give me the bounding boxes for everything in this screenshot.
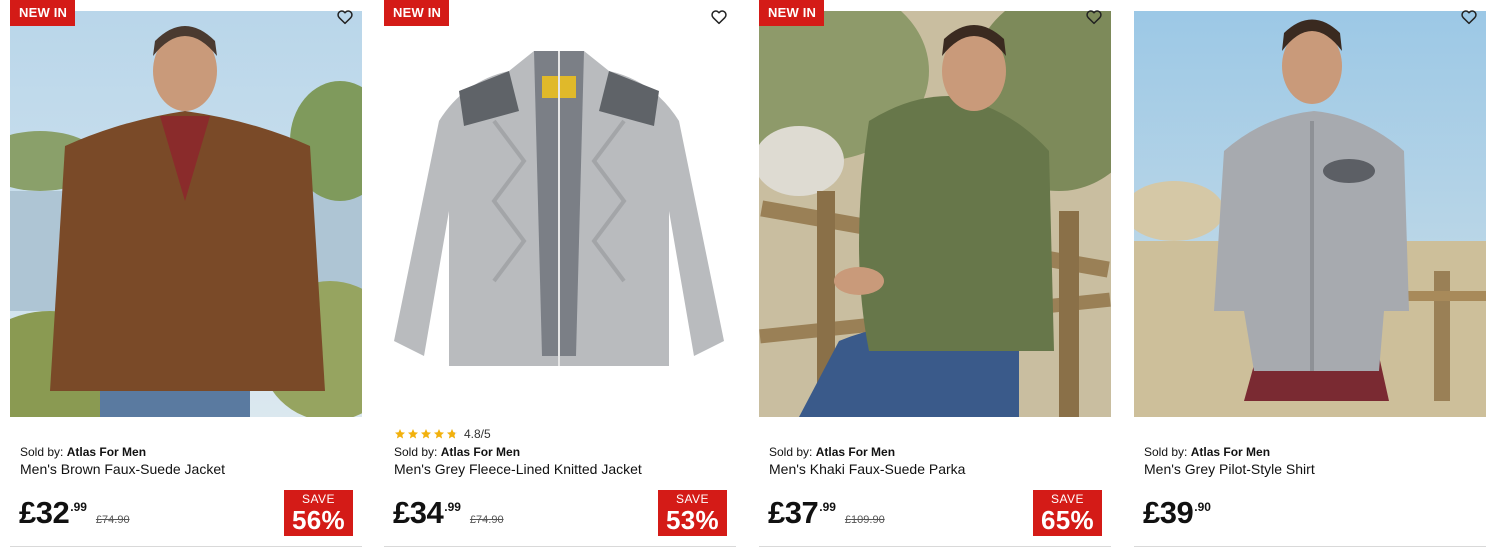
save-percent: 56% [292,505,345,535]
product-image[interactable] [759,11,1111,417]
star-icon [394,428,406,440]
price-main: £34 [393,495,444,530]
sold-by-label: Sold by: [20,445,64,459]
price: £32 .99 £74.90 [19,495,130,531]
divider [10,546,362,547]
price-main: £37 [768,495,819,530]
seller-line: Sold by: Atlas For Men [769,445,895,459]
divider [1134,546,1486,547]
price-main: £39 [1143,495,1194,530]
save-badge: SAVE 53% [658,490,727,536]
was-price: £109.90 [844,514,885,526]
product-image[interactable] [384,11,736,417]
star-half-icon [447,429,457,439]
seller-name[interactable]: Atlas For Men [816,445,895,459]
new-in-badge: NEW IN [10,0,76,26]
save-label: SAVE [301,492,336,506]
seller-name[interactable]: Atlas For Men [1191,445,1270,459]
rating-stars [394,428,458,440]
new-in-badge: NEW IN [759,0,825,26]
star-icon [407,428,419,440]
rating: 4.8/5 [394,425,491,443]
product-image[interactable] [1134,11,1486,417]
sold-by-label: Sold by: [1144,445,1188,459]
product-card[interactable]: Sold by: Atlas For Men Men's Grey Pilot-… [1134,0,1486,554]
save-badge: SAVE 65% [1033,490,1102,536]
was-price: £74.90 [95,514,130,526]
product-title[interactable]: Men's Khaki Faux-Suede Parka [769,461,965,477]
product-image[interactable] [10,11,362,417]
sold-by-label: Sold by: [394,445,438,459]
heart-icon[interactable] [1085,8,1103,26]
price-pence: .99 [819,500,836,514]
seller-line: Sold by: Atlas For Men [20,445,146,459]
save-badge: SAVE 56% [284,490,353,536]
seller-line: Sold by: Atlas For Men [394,445,520,459]
new-in-badge: NEW IN [384,0,450,26]
seller-name[interactable]: Atlas For Men [441,445,520,459]
product-title[interactable]: Men's Grey Fleece-Lined Knitted Jacket [394,461,642,477]
heart-icon[interactable] [710,8,728,26]
heart-icon[interactable] [336,8,354,26]
product-title[interactable]: Men's Grey Pilot-Style Shirt [1144,461,1315,477]
price-pence: .99 [444,500,461,514]
star-icon [420,428,432,440]
price: £34 .99 £74.90 [393,495,504,531]
price-main: £32 [19,495,70,530]
product-card[interactable]: NEW IN 4.8/5 Sold by: Atlas For Men Men'… [384,0,736,554]
product-title[interactable]: Men's Brown Faux-Suede Jacket [20,461,225,477]
seller-name[interactable]: Atlas For Men [67,445,146,459]
save-label: SAVE [1050,492,1085,506]
rating-value: 4.8/5 [464,427,491,441]
price: £39 .90 [1143,495,1211,531]
save-label: SAVE [675,492,710,506]
heart-icon[interactable] [1460,8,1478,26]
price: £37 .99 £109.90 [768,495,885,531]
product-card[interactable]: NEW IN Sold by: Atlas For Men Men's Brow… [10,0,362,554]
was-price: £74.90 [469,514,504,526]
price-pence: .99 [70,500,87,514]
divider [759,546,1111,547]
price-pence: .90 [1194,500,1211,514]
sold-by-label: Sold by: [769,445,813,459]
save-percent: 65% [1041,505,1094,535]
star-icon [433,428,445,440]
divider [384,546,736,547]
seller-line: Sold by: Atlas For Men [1144,445,1270,459]
save-percent: 53% [666,505,719,535]
product-card[interactable]: NEW IN Sold by: Atlas For Men Men's Khak… [759,0,1111,554]
